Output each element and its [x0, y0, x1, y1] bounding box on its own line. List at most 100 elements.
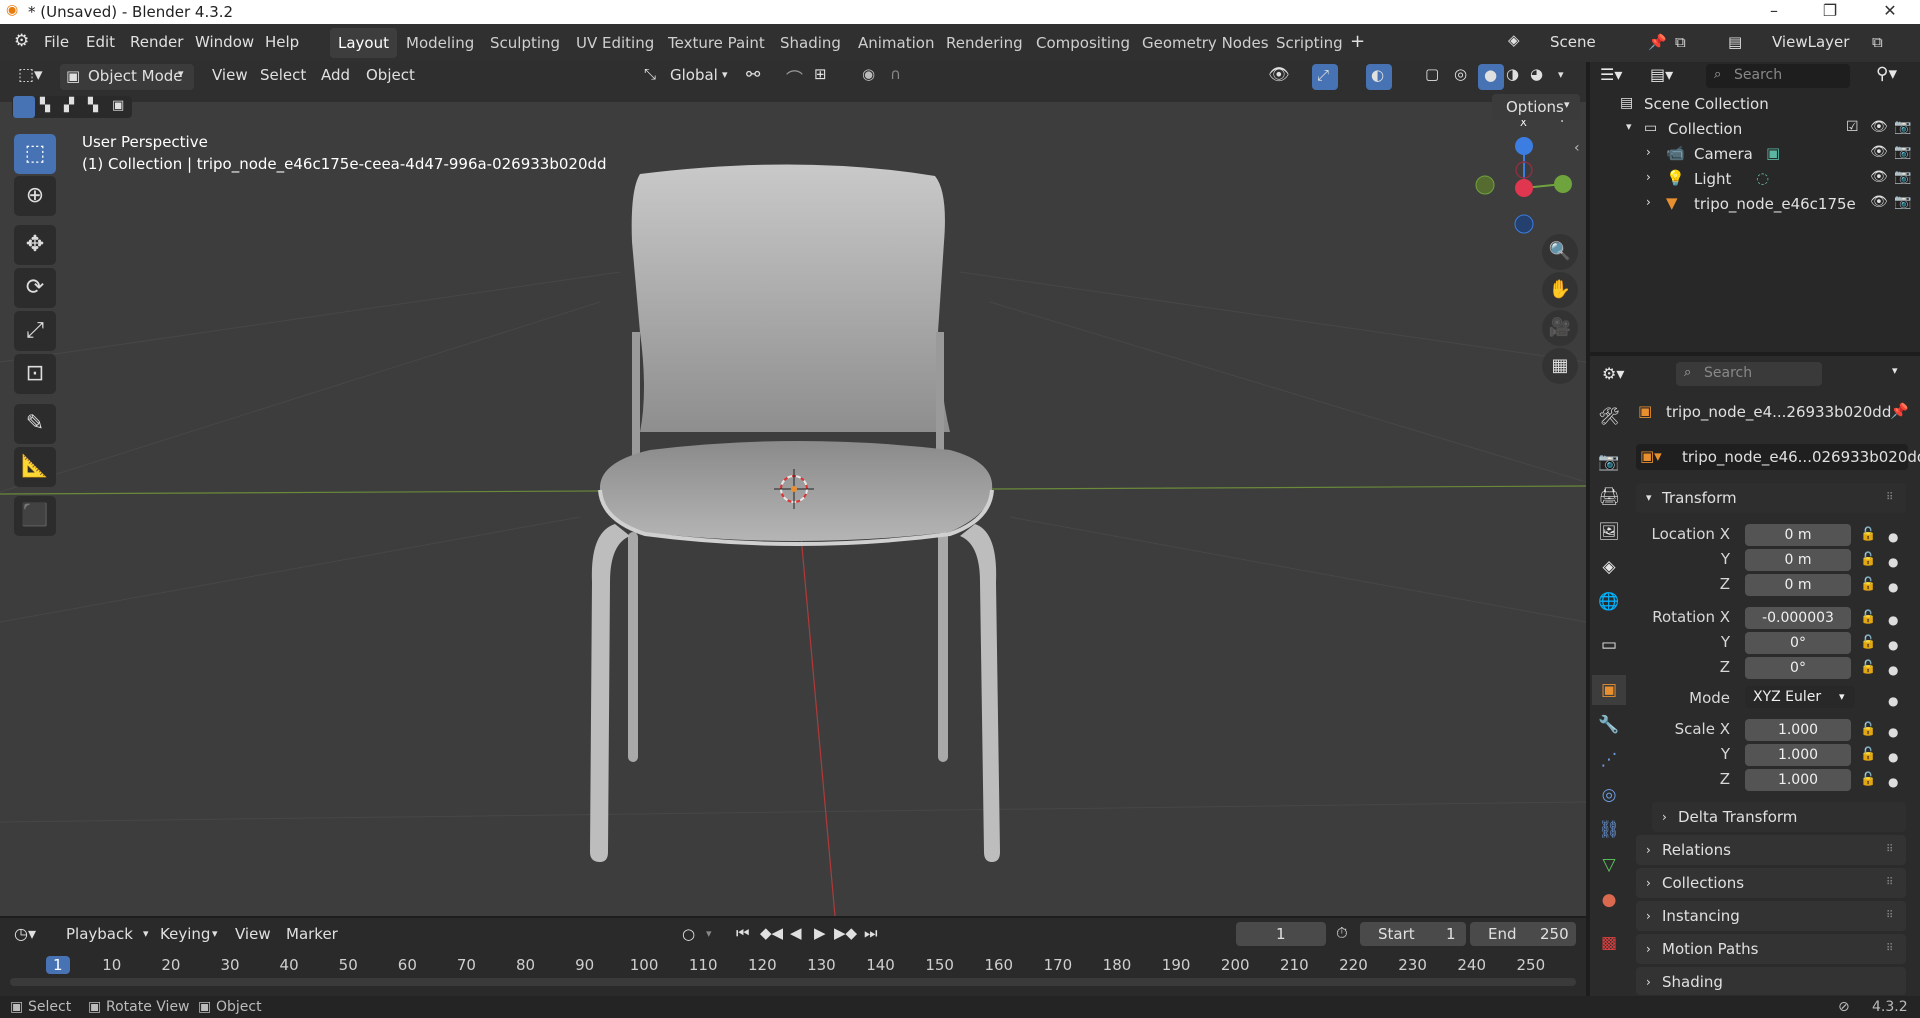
keyframe-dot-icon[interactable]: ● — [1888, 580, 1898, 594]
transform-tool-icon[interactable]: ⊡ — [14, 354, 56, 394]
camera-view-icon[interactable]: 🎥 — [1542, 310, 1578, 346]
outliner-item-mesh[interactable]: › ▼ tripo_node_e46c175e 👁 📷 — [1590, 194, 1920, 218]
constraints-tab-icon[interactable]: ⛓ — [1592, 815, 1626, 845]
current-frame-field[interactable]: 1 — [1236, 922, 1326, 946]
chevron-down-icon[interactable]: ▾ — [706, 927, 712, 940]
chevron-right-icon[interactable]: › — [1646, 170, 1651, 184]
keyframe-dot-icon[interactable]: ● — [1888, 750, 1898, 764]
location-x-field[interactable]: 0 m — [1745, 524, 1851, 546]
pin-icon[interactable]: 📌 — [1648, 33, 1667, 51]
viewport-menu-add[interactable]: Add — [321, 66, 350, 84]
timeline-menu-playback[interactable]: Playback — [66, 925, 133, 943]
scene-icon[interactable]: ◈ — [1508, 31, 1520, 49]
end-frame-field[interactable]: End 250 — [1470, 922, 1576, 946]
maximize-icon[interactable]: ❐ — [1806, 0, 1854, 24]
measure-tool-icon[interactable]: 📐 — [14, 447, 56, 487]
drag-handle-icon[interactable]: ⠿ — [1886, 483, 1893, 513]
keyframe-dot-icon[interactable]: ● — [1888, 663, 1898, 677]
blender-menu-icon[interactable]: ⚙ — [14, 31, 29, 51]
play-icon[interactable]: ▶ — [814, 924, 826, 942]
scale-x-field[interactable]: 1.000 — [1745, 719, 1851, 741]
cursor-tool-icon[interactable]: ⊕ — [14, 176, 56, 216]
properties-editor-icon[interactable]: ⚙▾ — [1602, 364, 1624, 383]
delta-transform-panel[interactable]: › Delta Transform — [1652, 802, 1906, 832]
wireframe-shading-icon[interactable]: ◎ — [1454, 65, 1467, 83]
sidebar-toggle-icon[interactable]: ‹ — [1574, 140, 1580, 156]
rotate-tool-icon[interactable]: ⟳ — [14, 268, 56, 308]
rotation-x-field[interactable]: -0.000003 — [1745, 607, 1851, 629]
tab-layout[interactable]: Layout — [330, 28, 397, 58]
options-dropdown[interactable]: Options ▾ — [1492, 94, 1580, 120]
orientation-dropdown[interactable]: Global — [670, 66, 718, 84]
lock-icon[interactable]: 🔓 — [1860, 722, 1876, 737]
material-tab-icon[interactable]: ● — [1592, 885, 1626, 915]
pin-icon[interactable]: 📌 — [1890, 402, 1909, 420]
eye-icon[interactable]: 👁 — [1870, 119, 1888, 135]
viewport-menu-view[interactable]: View — [212, 66, 248, 84]
keyframe-dot-icon[interactable]: ● — [1888, 775, 1898, 789]
add-cube-tool-icon[interactable]: ⬛ — [14, 496, 56, 536]
drag-handle-icon[interactable]: ⠿ — [1886, 934, 1893, 964]
eye-icon[interactable]: 👁 — [1870, 169, 1888, 185]
tab-compositing[interactable]: Compositing — [1028, 28, 1138, 58]
menu-edit[interactable]: Edit — [86, 33, 115, 51]
select-box-tool-icon[interactable]: ⬚ — [14, 134, 56, 174]
menu-window[interactable]: Window — [195, 33, 254, 51]
auto-keying-icon[interactable]: ○ — [682, 925, 695, 943]
outliner-editor-icon[interactable]: ☰▾ — [1600, 65, 1622, 84]
select-invert-icon[interactable]: ▚ — [88, 98, 98, 113]
jump-end-icon[interactable]: ⏭ — [864, 924, 878, 942]
annotate-tool-icon[interactable]: ✎ — [14, 404, 56, 444]
particles-tab-icon[interactable]: ⋰ — [1592, 745, 1626, 775]
timeline-current-frame-marker[interactable]: 1 — [46, 956, 70, 974]
mode-dropdown[interactable]: ▣ Object Mode ▾ — [60, 64, 194, 90]
visibility-icon[interactable]: 👁 — [1268, 65, 1290, 85]
next-keyframe-icon[interactable]: ▶◆ — [834, 924, 857, 942]
tab-uv-editing[interactable]: UV Editing — [568, 28, 662, 58]
keyframe-dot-icon[interactable]: ● — [1888, 725, 1898, 739]
menu-file[interactable]: File — [44, 33, 69, 51]
outliner-item-camera[interactable]: › 📹 Camera ▣ 👁 📷 — [1590, 144, 1920, 168]
viewlayer-icon[interactable]: ▤ — [1728, 33, 1742, 51]
tab-geometry-nodes[interactable]: Geometry Nodes — [1134, 28, 1277, 58]
ortho-grid-icon[interactable]: ▦ — [1542, 348, 1578, 384]
tab-sculpting[interactable]: Sculpting — [482, 28, 568, 58]
timeline-menu-keying[interactable]: Keying — [160, 925, 210, 943]
new-scene-icon[interactable]: ⧉ — [1675, 33, 1686, 51]
view-layer-tab-icon[interactable]: 🖼 — [1592, 517, 1626, 547]
viewport-menu-select[interactable]: Select — [260, 66, 306, 84]
timeline-menu-marker[interactable]: Marker — [286, 925, 338, 943]
proportional-edit-icon[interactable]: ◉ — [862, 65, 875, 83]
scale-z-field[interactable]: 1.000 — [1745, 769, 1851, 791]
tab-texture-paint[interactable]: Texture Paint — [660, 28, 773, 58]
chevron-right-icon[interactable]: › — [1646, 195, 1651, 209]
collections-panel[interactable]: › Collections ⠿ — [1636, 868, 1906, 898]
material-shading-icon[interactable]: ◑ — [1506, 65, 1519, 83]
tab-rendering[interactable]: Rendering — [938, 28, 1031, 58]
move-tool-icon[interactable]: ✥ — [14, 225, 56, 265]
stopwatch-icon[interactable]: ⏱ — [1336, 924, 1348, 942]
camera-render-icon[interactable]: 📷 — [1894, 194, 1911, 210]
pivot-icon[interactable]: ⚯ — [746, 65, 760, 85]
camera-render-icon[interactable]: 📷 — [1894, 119, 1911, 135]
lock-icon[interactable]: 🔓 — [1860, 747, 1876, 762]
timeline-scrollbar[interactable] — [10, 978, 1576, 986]
drag-handle-icon[interactable]: ⠿ — [1886, 835, 1893, 865]
lock-icon[interactable]: 🔓 — [1860, 772, 1876, 787]
close-icon[interactable]: ✕ — [1866, 0, 1914, 24]
keyframe-dot-icon[interactable]: ● — [1888, 613, 1898, 627]
tool-tab-icon[interactable]: 🛠 — [1592, 402, 1626, 432]
filter-icon[interactable]: ⚲▾ — [1876, 64, 1897, 84]
snap-icon[interactable]: ⌒ — [786, 65, 803, 90]
outliner-scene-collection[interactable]: ▤ Scene Collection — [1590, 94, 1920, 118]
outliner-search-input[interactable]: ⌕ Search — [1706, 64, 1850, 88]
select-intersect-icon[interactable]: ▣ — [112, 98, 124, 113]
physics-tab-icon[interactable]: ◎ — [1592, 780, 1626, 810]
scene-tab-icon[interactable]: ◈ — [1592, 552, 1626, 582]
add-workspace-icon[interactable]: + — [1350, 31, 1365, 52]
prev-keyframe-icon[interactable]: ◆◀ — [760, 924, 783, 942]
properties-search-input[interactable]: ⌕ Search — [1676, 362, 1822, 386]
overlay-toggle[interactable]: ◐ — [1366, 64, 1392, 90]
keyframe-dot-icon[interactable]: ● — [1888, 530, 1898, 544]
select-extend-icon[interactable]: ▚ — [40, 98, 50, 113]
